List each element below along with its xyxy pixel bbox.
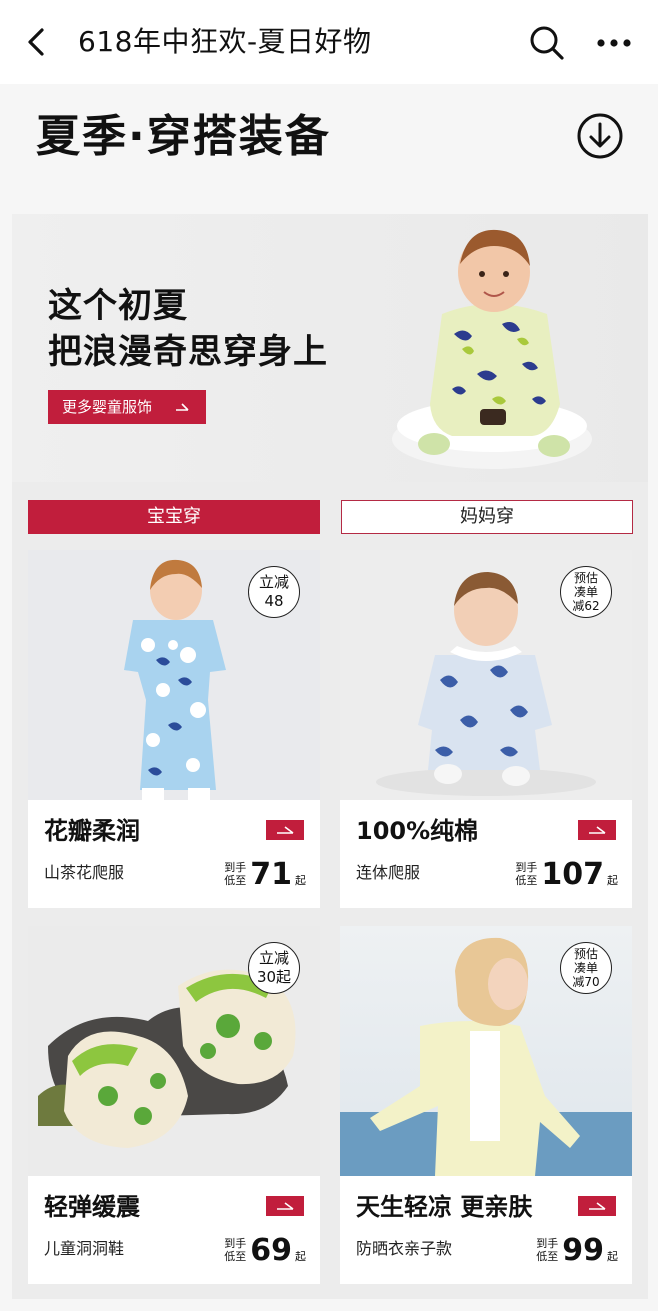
badge-line: 30起 [256, 968, 292, 986]
price-suffix: 起 [607, 1250, 618, 1263]
section-title: 夏季·穿搭装备 [36, 111, 331, 162]
price-label: 到手 低至 [515, 861, 538, 887]
tab-bar: 宝宝穿 妈妈穿 [28, 500, 633, 534]
back-button[interactable] [18, 24, 54, 60]
badge-line: 立减 [258, 949, 289, 967]
price-block: 到手 低至 107 起 [511, 852, 618, 892]
product-title: 天生轻凉 更亲肤 [356, 1193, 533, 1221]
product-subtitle: 山茶花爬服 [44, 863, 125, 882]
product-subtitle: 防晒衣亲子款 [356, 1239, 453, 1258]
product-subtitle: 儿童洞洞鞋 [44, 1239, 125, 1258]
tab-mom[interactable]: 妈妈穿 [341, 500, 633, 534]
baby-romper-image [392, 229, 592, 469]
product-title: 轻弹缓震 [44, 1193, 140, 1221]
product-subtitle: 连体爬服 [356, 863, 421, 882]
badge-line: 减62 [572, 599, 600, 613]
product-card[interactable]: 立减 48 花瓣柔润 山茶花爬服 到手 低至 71 起 [28, 550, 320, 908]
discount-badge: 预估 凑单 减62 [560, 566, 612, 618]
page-title: 618年中狂欢-夏日好物 [78, 25, 372, 58]
product-title: 花瓣柔润 [44, 817, 140, 845]
brand-icon [589, 1202, 606, 1210]
main-content: 夏季·穿搭装备 这个初夏 把浪漫奇思穿身上 更多婴童服饰 宝宝穿 妈妈穿 立减 … [0, 84, 658, 1311]
search-icon [530, 26, 564, 60]
download-button[interactable] [576, 112, 624, 160]
badge-line: 预估 [573, 947, 598, 961]
brand-tag [266, 1196, 304, 1216]
brand-icon [277, 826, 294, 834]
brand-tag [578, 1196, 616, 1216]
top-nav-bar: 618年中狂欢-夏日好物 [0, 0, 658, 84]
hero-headline-2: 把浪漫奇思穿身上 [48, 332, 328, 372]
more-baby-clothes-button[interactable]: 更多婴童服饰 [48, 390, 206, 424]
product-title: 100%纯棉 [356, 817, 479, 845]
price-value: 99 [562, 1233, 604, 1268]
price-block: 到手 低至 69 起 [220, 1228, 306, 1268]
product-card[interactable]: 预估 凑单 减70 天生轻凉 更亲肤 防晒衣亲子款 到手 低至 99 起 [340, 926, 632, 1284]
hero-banner[interactable]: 这个初夏 把浪漫奇思穿身上 更多婴童服饰 [12, 214, 648, 482]
brand-icon [589, 826, 606, 834]
price-suffix: 起 [295, 1250, 306, 1263]
badge-line: 预估 [573, 571, 598, 585]
badge-line: 48 [264, 592, 284, 610]
brand-tag [266, 820, 304, 840]
price-suffix: 起 [607, 874, 618, 887]
badge-line: 立减 [258, 573, 289, 591]
download-icon [577, 113, 623, 159]
product-card[interactable]: 预估 凑单 减62 100%纯棉 连体爬服 到手 低至 107 起 [340, 550, 632, 908]
more-button[interactable] [594, 30, 634, 56]
price-value: 71 [250, 857, 292, 892]
hero-headline-1: 这个初夏 [48, 286, 188, 326]
price-suffix: 起 [295, 874, 306, 887]
price-value: 107 [541, 857, 604, 892]
price-label: 到手 低至 [536, 1237, 559, 1263]
price-block: 到手 低至 71 起 [220, 852, 306, 892]
badge-line: 凑单 [573, 961, 598, 975]
product-card[interactable]: 立减 30起 轻弹缓震 儿童洞洞鞋 到手 低至 69 起 [28, 926, 320, 1284]
badge-line: 凑单 [573, 585, 598, 599]
tab-baby[interactable]: 宝宝穿 [28, 500, 320, 534]
hero-button-label: 更多婴童服饰 [62, 398, 153, 416]
search-button[interactable] [528, 24, 566, 62]
price-label: 到手 低至 [224, 1237, 247, 1263]
discount-badge: 预估 凑单 减70 [560, 942, 612, 994]
discount-badge: 立减 48 [248, 566, 300, 618]
back-icon [28, 28, 44, 56]
price-value: 69 [250, 1233, 292, 1268]
discount-badge: 立减 30起 [248, 942, 300, 994]
brand-icon [277, 1202, 294, 1210]
brand-tag [578, 820, 616, 840]
arrow-icon [176, 403, 189, 411]
price-block: 到手 低至 99 起 [532, 1228, 618, 1268]
badge-line: 减70 [572, 975, 600, 989]
price-label: 到手 低至 [224, 861, 247, 887]
more-icon [597, 39, 631, 47]
product-panel: 这个初夏 把浪漫奇思穿身上 更多婴童服饰 宝宝穿 妈妈穿 立减 48 花瓣柔润 … [12, 214, 648, 1299]
